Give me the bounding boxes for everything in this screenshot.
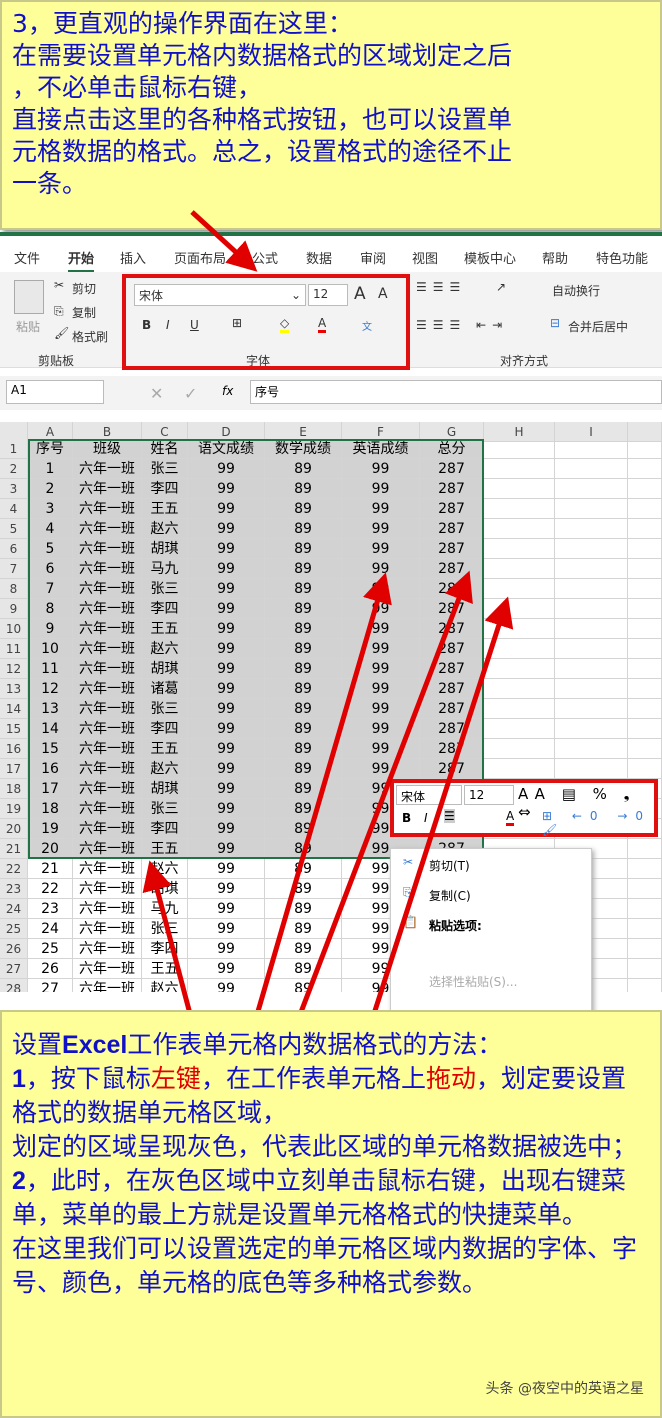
bottom-annotation: 设置Excel工作表单元格内数据格式的方法： 1，按下鼠标左键，在工作表单元格上… <box>0 1010 662 1418</box>
arrow-to-mini-color <box>369 596 514 1021</box>
step-2: 2，此时，在灰色区域中立刻单击鼠标右键，出现右键菜单，菜单的最上方就是设置单元格… <box>12 1166 626 1229</box>
note-title: 设置Excel工作表单元格内数据格式的方法： <box>12 1030 503 1059</box>
step-1: 1，按下鼠标左键，在工作表单元格上拖动，划定要设置格式的数据单元格区域， <box>12 1064 626 1127</box>
watermark: 头条 @夜空中的英语之星 <box>485 1381 644 1397</box>
arrow-to-font-group <box>190 210 258 272</box>
step-3: 在这里我们可以设置选定的单元格区域内数据的字体、字号、颜色，单元格的底色等多种格… <box>12 1234 638 1297</box>
step-1-detail: 划定的区域呈现灰色，代表此区域的单元格数据被选中； <box>12 1132 638 1161</box>
